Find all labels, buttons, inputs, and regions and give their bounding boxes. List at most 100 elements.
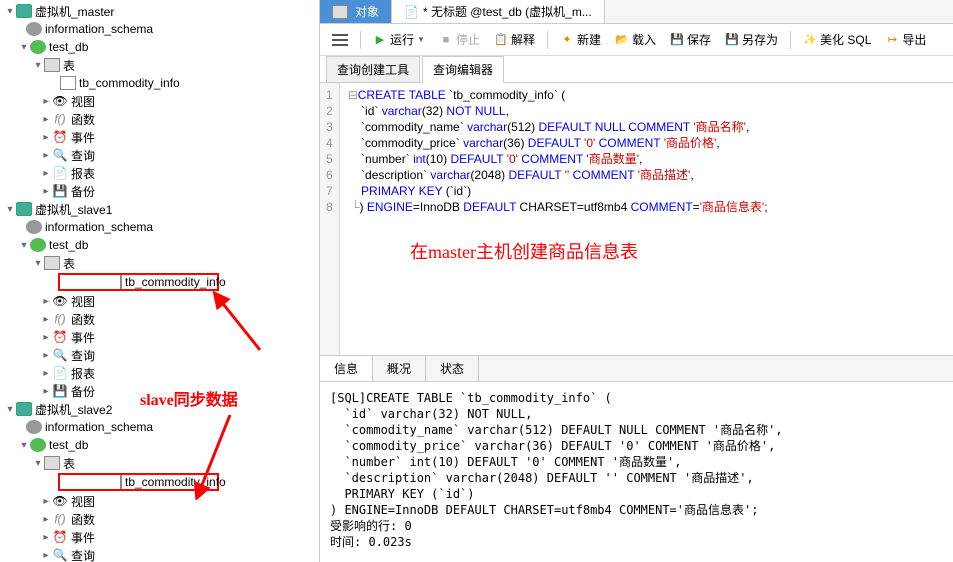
tab-query-editor[interactable]: 查询编辑器 <box>422 56 504 83</box>
expand-icon[interactable]: ▸ <box>40 514 52 525</box>
queries-folder[interactable]: ▸🔍查询 <box>0 546 319 562</box>
expand-icon[interactable]: ▾ <box>18 440 30 451</box>
expand-icon[interactable]: ▸ <box>40 350 52 361</box>
backup-folder[interactable]: ▸💾备份 <box>0 182 319 200</box>
button-label: 导出 <box>902 31 926 48</box>
expand-icon[interactable]: ▸ <box>40 532 52 543</box>
tab-status[interactable]: 状态 <box>426 356 479 381</box>
db-testdb[interactable]: ▾test_db <box>0 38 319 56</box>
line-number: 7 <box>326 183 333 199</box>
load-button[interactable]: 📂载入 <box>609 28 662 51</box>
tab-info[interactable]: 信息 <box>320 356 373 381</box>
functions-folder[interactable]: ▸f()函数 <box>0 110 319 128</box>
tab-query-builder[interactable]: 查询创建工具 <box>326 56 420 82</box>
table-item[interactable]: tb_commodity_info <box>0 74 319 92</box>
export-button[interactable]: ↦导出 <box>879 28 932 51</box>
tables-folder[interactable]: ▾表 <box>0 254 319 272</box>
expand-icon[interactable]: ▸ <box>40 186 52 197</box>
events-folder[interactable]: ▸⏰事件 <box>0 528 319 546</box>
button-label: 运行 <box>390 31 414 48</box>
expand-icon[interactable]: ▸ <box>40 168 52 179</box>
report-icon: 📄 <box>52 166 68 180</box>
save-button[interactable]: 💾保存 <box>664 28 717 51</box>
views-folder[interactable]: ▸👁视图 <box>0 92 319 110</box>
expand-icon[interactable]: ▾ <box>32 258 44 269</box>
table-item-highlighted[interactable]: tb_commodity_info <box>58 273 219 291</box>
expand-icon[interactable]: ▸ <box>40 114 52 125</box>
events-folder[interactable]: ▸⏰事件 <box>0 328 319 346</box>
functions-folder[interactable]: ▸f()函数 <box>0 510 319 528</box>
expand-icon[interactable]: ▸ <box>40 496 52 507</box>
expand-icon[interactable]: ▸ <box>40 296 52 307</box>
line-number: 1 <box>326 87 333 103</box>
backup-folder[interactable]: ▸💾备份 <box>0 382 319 400</box>
beautify-button[interactable]: ✨美化 SQL <box>797 28 877 51</box>
line-number: 8 <box>326 199 333 215</box>
conn-slave1[interactable]: ▾虚拟机_slave1 <box>0 200 319 218</box>
main-tabs: 对象 📄* 无标题 @test_db (虚拟机_m... <box>320 0 953 24</box>
table-label: tb_commodity_info <box>125 275 226 289</box>
functions-folder[interactable]: ▸f()函数 <box>0 310 319 328</box>
db-testdb[interactable]: ▾test_db <box>0 236 319 254</box>
expand-icon[interactable]: ▸ <box>40 332 52 343</box>
saveas-button[interactable]: 💾另存为 <box>719 28 784 51</box>
views-folder[interactable]: ▸👁视图 <box>0 292 319 310</box>
tables-icon <box>332 5 348 19</box>
explain-button[interactable]: 📋解释 <box>488 28 541 51</box>
hamburger-icon <box>332 34 348 46</box>
folder-label: 查询 <box>71 547 95 562</box>
function-icon: f() <box>52 112 68 126</box>
expand-icon[interactable]: ▾ <box>32 458 44 469</box>
queries-folder[interactable]: ▸🔍查询 <box>0 146 319 164</box>
event-icon: ⏰ <box>52 530 68 544</box>
button-label: 解释 <box>511 31 535 48</box>
run-button[interactable]: ▶运行▼ <box>367 28 431 51</box>
views-folder[interactable]: ▸👁视图 <box>0 492 319 510</box>
expand-icon[interactable]: ▾ <box>4 404 16 415</box>
connection-icon <box>16 402 32 416</box>
function-icon: f() <box>52 512 68 526</box>
output-panel[interactable]: [SQL]CREATE TABLE `tb_commodity_info` ( … <box>320 382 953 562</box>
backup-icon: 💾 <box>52 184 68 198</box>
sql-editor[interactable]: 1 2 3 4 5 6 7 8 ⊟CREATE TABLE `tb_commod… <box>320 83 953 355</box>
expand-icon[interactable]: ▸ <box>40 386 52 397</box>
load-icon: 📂 <box>615 33 629 47</box>
expand-icon[interactable]: ▸ <box>40 314 52 325</box>
expand-icon[interactable]: ▾ <box>32 60 44 71</box>
expand-icon[interactable]: ▸ <box>40 132 52 143</box>
tables-folder[interactable]: ▾表 <box>0 454 319 472</box>
menu-button[interactable] <box>326 31 354 49</box>
reports-folder[interactable]: ▸📄报表 <box>0 164 319 182</box>
new-button[interactable]: ✦新建 <box>554 28 607 51</box>
db-testdb[interactable]: ▾test_db <box>0 436 319 454</box>
conn-master[interactable]: ▾虚拟机_master <box>0 2 319 20</box>
tab-object[interactable]: 对象 <box>320 0 392 23</box>
db-information-schema[interactable]: information_schema <box>0 20 319 38</box>
expand-icon[interactable]: ▸ <box>40 550 52 561</box>
db-information-schema[interactable]: information_schema <box>0 218 319 236</box>
expand-icon[interactable]: ▾ <box>18 240 30 251</box>
reports-folder[interactable]: ▸📄报表 <box>0 364 319 382</box>
queries-folder[interactable]: ▸🔍查询 <box>0 346 319 364</box>
tables-folder[interactable]: ▾表 <box>0 56 319 74</box>
magic-wand-icon: ✨ <box>803 33 817 47</box>
db-information-schema[interactable]: information_schema <box>0 418 319 436</box>
separator <box>790 31 791 49</box>
connection-tree[interactable]: ▾虚拟机_master information_schema ▾test_db … <box>0 0 320 562</box>
code-area[interactable]: ⊟CREATE TABLE `tb_commodity_info` ( `id`… <box>340 83 776 355</box>
stop-button[interactable]: ■停止 <box>433 28 486 51</box>
expand-icon[interactable]: ▸ <box>40 150 52 161</box>
tab-overview[interactable]: 概况 <box>373 356 426 381</box>
expand-icon[interactable]: ▸ <box>40 368 52 379</box>
expand-icon[interactable]: ▾ <box>4 6 16 17</box>
tab-query[interactable]: 📄* 无标题 @test_db (虚拟机_m... <box>392 0 605 23</box>
tab-label: 对象 <box>355 3 379 20</box>
table-item-highlighted[interactable]: tb_commodity_info <box>58 473 219 491</box>
expand-icon[interactable]: ▾ <box>4 204 16 215</box>
events-folder[interactable]: ▸⏰事件 <box>0 128 319 146</box>
conn-slave2[interactable]: ▾虚拟机_slave2 <box>0 400 319 418</box>
expand-icon[interactable]: ▸ <box>40 96 52 107</box>
expand-icon[interactable]: ▾ <box>18 42 30 53</box>
line-number: 6 <box>326 167 333 183</box>
view-icon: 👁 <box>52 94 68 108</box>
